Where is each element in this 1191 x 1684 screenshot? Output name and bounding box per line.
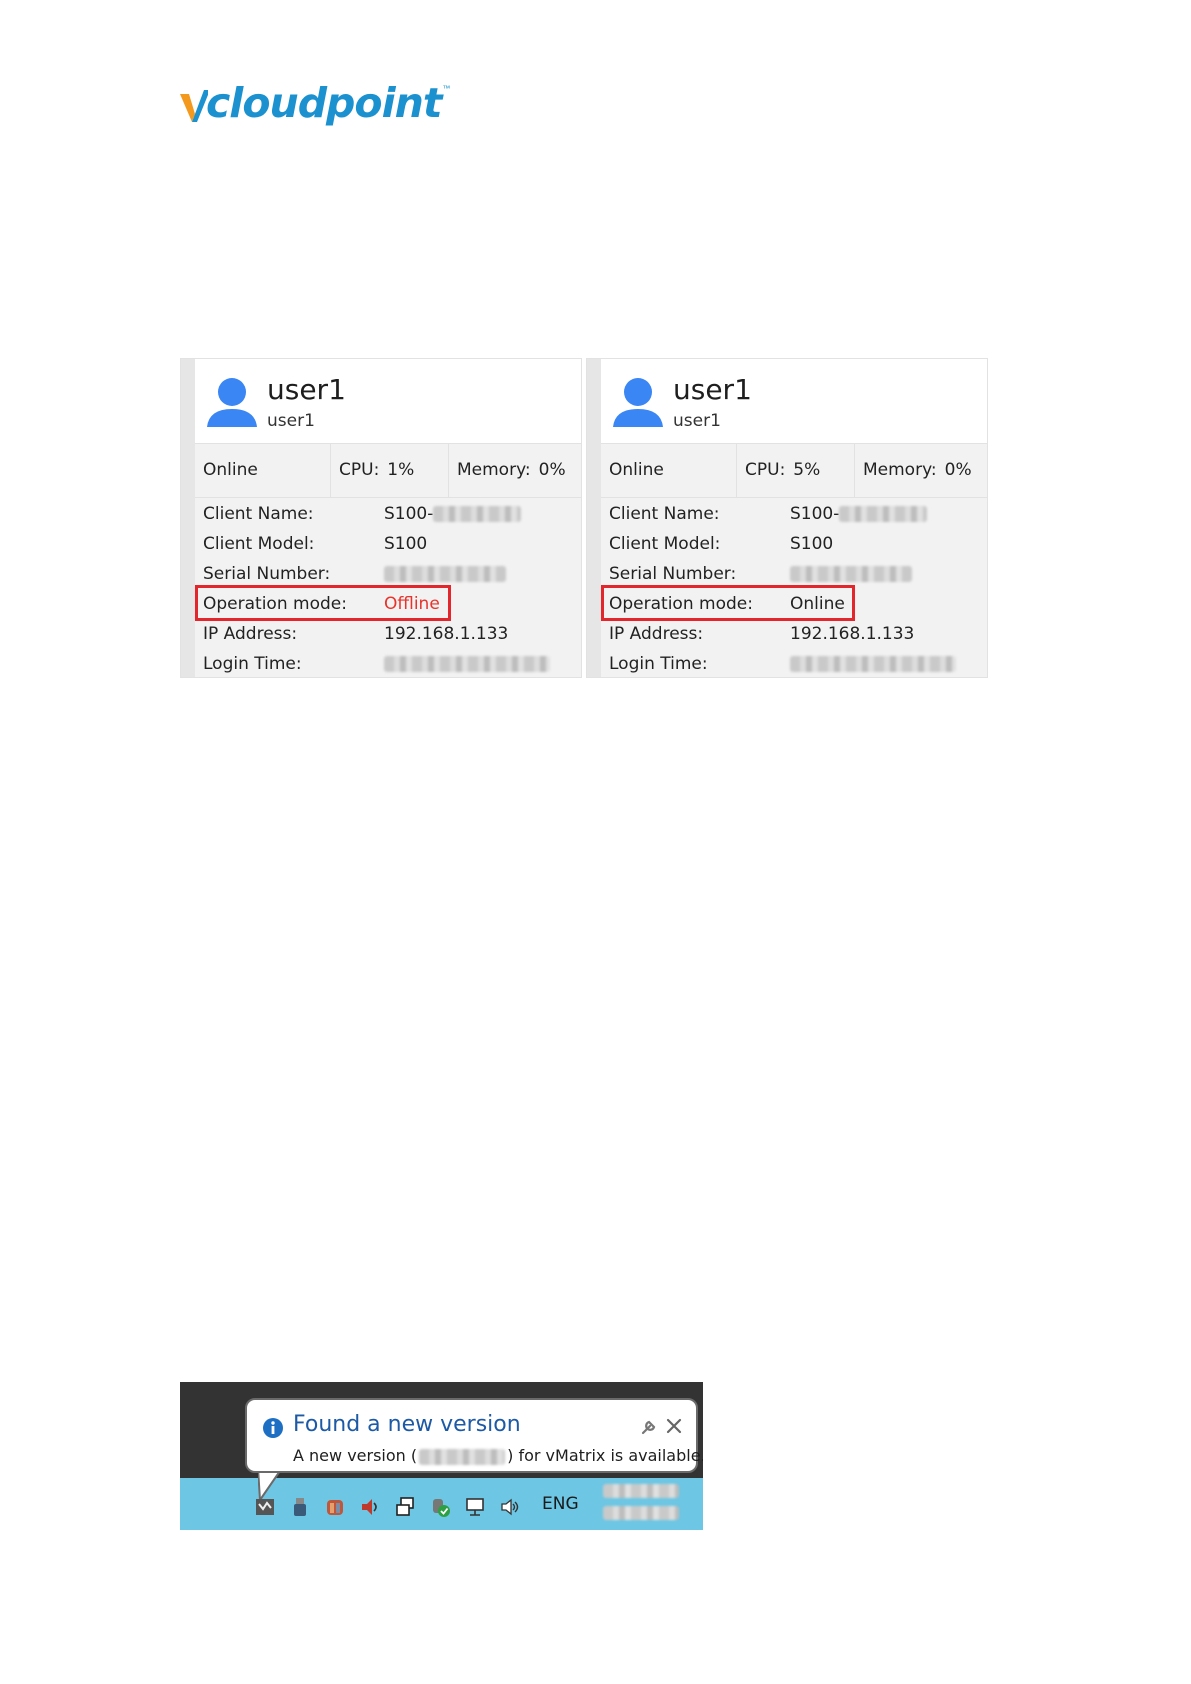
status-cell: Online	[601, 443, 737, 497]
client-name-label: Client Name:	[203, 504, 314, 524]
notification-title: Found a new version	[293, 1412, 521, 1437]
notification-text: A new version () for vMatrix is availabl…	[293, 1446, 703, 1465]
redacted-text	[790, 656, 956, 672]
redacted-date	[603, 1506, 679, 1520]
logo-text: cloudpoint	[206, 79, 442, 127]
login-time-value	[384, 649, 550, 679]
redacted-text	[433, 506, 522, 522]
login-time-label: Login Time:	[203, 654, 302, 674]
memory-cell: Memory: 0%	[855, 443, 987, 497]
ip-address-label: IP Address:	[203, 624, 298, 644]
client-model-row: Client Model: S100	[609, 529, 979, 559]
taskbar-clock[interactable]	[603, 1484, 679, 1524]
card-accent-bar	[587, 359, 601, 677]
ip-address-label: IP Address:	[609, 624, 704, 644]
client-name-value: S100-	[384, 499, 522, 529]
card-stats: Online CPU: 1% Memory: 0%	[195, 443, 581, 498]
redacted-time	[603, 1484, 679, 1498]
volume-icon[interactable]	[359, 1496, 381, 1518]
user-avatar-icon	[207, 378, 257, 427]
client-card-offline: user1 user1 Online CPU: 1% Memory: 0% Clie…	[180, 358, 582, 678]
ip-address-value: 192.168.1.133	[384, 624, 509, 644]
redacted-text	[839, 506, 928, 522]
card-header: user1 user1	[601, 359, 987, 444]
cpu-cell: CPU: 1%	[331, 443, 449, 497]
memory-value: 0%	[538, 460, 566, 480]
status-text: Online	[609, 460, 664, 480]
status-cell: Online	[195, 443, 331, 497]
redacted-version	[419, 1448, 506, 1465]
memory-label: Memory:	[863, 460, 937, 480]
vmatrix-icon[interactable]	[254, 1496, 276, 1518]
redacted-text	[384, 656, 550, 672]
client-name-label: Client Name:	[609, 504, 720, 524]
memory-value: 0%	[944, 460, 972, 480]
card-header: user1 user1	[195, 359, 581, 444]
user-name: user1	[267, 373, 346, 406]
cpu-label: CPU:	[339, 460, 380, 480]
update-notification-balloon[interactable]: Found a new version A new version () for…	[245, 1398, 703, 1473]
redacted-text	[384, 566, 506, 582]
card-accent-bar	[181, 359, 195, 677]
client-model-label: Client Model:	[609, 534, 721, 554]
login-time-row: Login Time:	[203, 649, 573, 679]
client-name-value: S100-	[790, 499, 928, 529]
ip-address-row: IP Address: 192.168.1.133	[203, 619, 573, 649]
client-name-row: Client Name: S100-	[203, 499, 573, 529]
network-icon[interactable]	[394, 1496, 416, 1518]
logo-trademark: ™	[442, 84, 451, 93]
user-subname: user1	[673, 411, 721, 431]
cpu-value: 5%	[793, 460, 821, 480]
client-model-row: Client Model: S100	[203, 529, 573, 559]
memory-cell: Memory: 0%	[449, 443, 581, 497]
redacted-text	[790, 566, 912, 582]
login-time-value	[790, 649, 956, 679]
operation-mode-highlight	[195, 585, 451, 621]
operation-mode-highlight	[601, 585, 855, 621]
client-model-value: S100	[384, 534, 428, 554]
security-icon[interactable]	[324, 1496, 346, 1518]
user-avatar-icon	[613, 378, 663, 427]
windows-taskbar-screenshot: Found a new version A new version () for…	[180, 1382, 703, 1530]
client-name-row: Client Name: S100-	[609, 499, 979, 529]
cpu-cell: CPU: 5%	[737, 443, 855, 497]
logo-v-mark-icon	[180, 90, 208, 122]
info-icon	[263, 1418, 283, 1438]
ip-address-value: 192.168.1.133	[790, 624, 915, 644]
vcloudpoint-logo: cloudpoint ™	[180, 80, 450, 126]
ip-address-row: IP Address: 192.168.1.133	[609, 619, 979, 649]
usb-drive-icon[interactable]	[289, 1496, 311, 1518]
monitor-network-icon[interactable]	[464, 1496, 486, 1518]
language-indicator[interactable]: ENG	[542, 1494, 579, 1514]
cpu-value: 1%	[387, 460, 415, 480]
login-time-row: Login Time:	[609, 649, 979, 679]
cpu-label: CPU:	[745, 460, 786, 480]
client-model-label: Client Model:	[203, 534, 315, 554]
speaker-icon[interactable]	[499, 1496, 521, 1518]
close-icon[interactable]	[666, 1418, 682, 1434]
wrench-icon[interactable]	[640, 1418, 658, 1436]
user-subname: user1	[267, 411, 315, 431]
status-text: Online	[203, 460, 258, 480]
client-card-online: user1 user1 Online CPU: 5% Memory: 0% Clie…	[586, 358, 988, 678]
card-stats: Online CPU: 5% Memory: 0%	[601, 443, 987, 498]
memory-label: Memory:	[457, 460, 531, 480]
user-name: user1	[673, 373, 752, 406]
client-model-value: S100	[790, 534, 834, 554]
shield-check-icon[interactable]	[429, 1496, 451, 1518]
login-time-label: Login Time:	[609, 654, 708, 674]
system-tray-icons	[254, 1496, 534, 1518]
